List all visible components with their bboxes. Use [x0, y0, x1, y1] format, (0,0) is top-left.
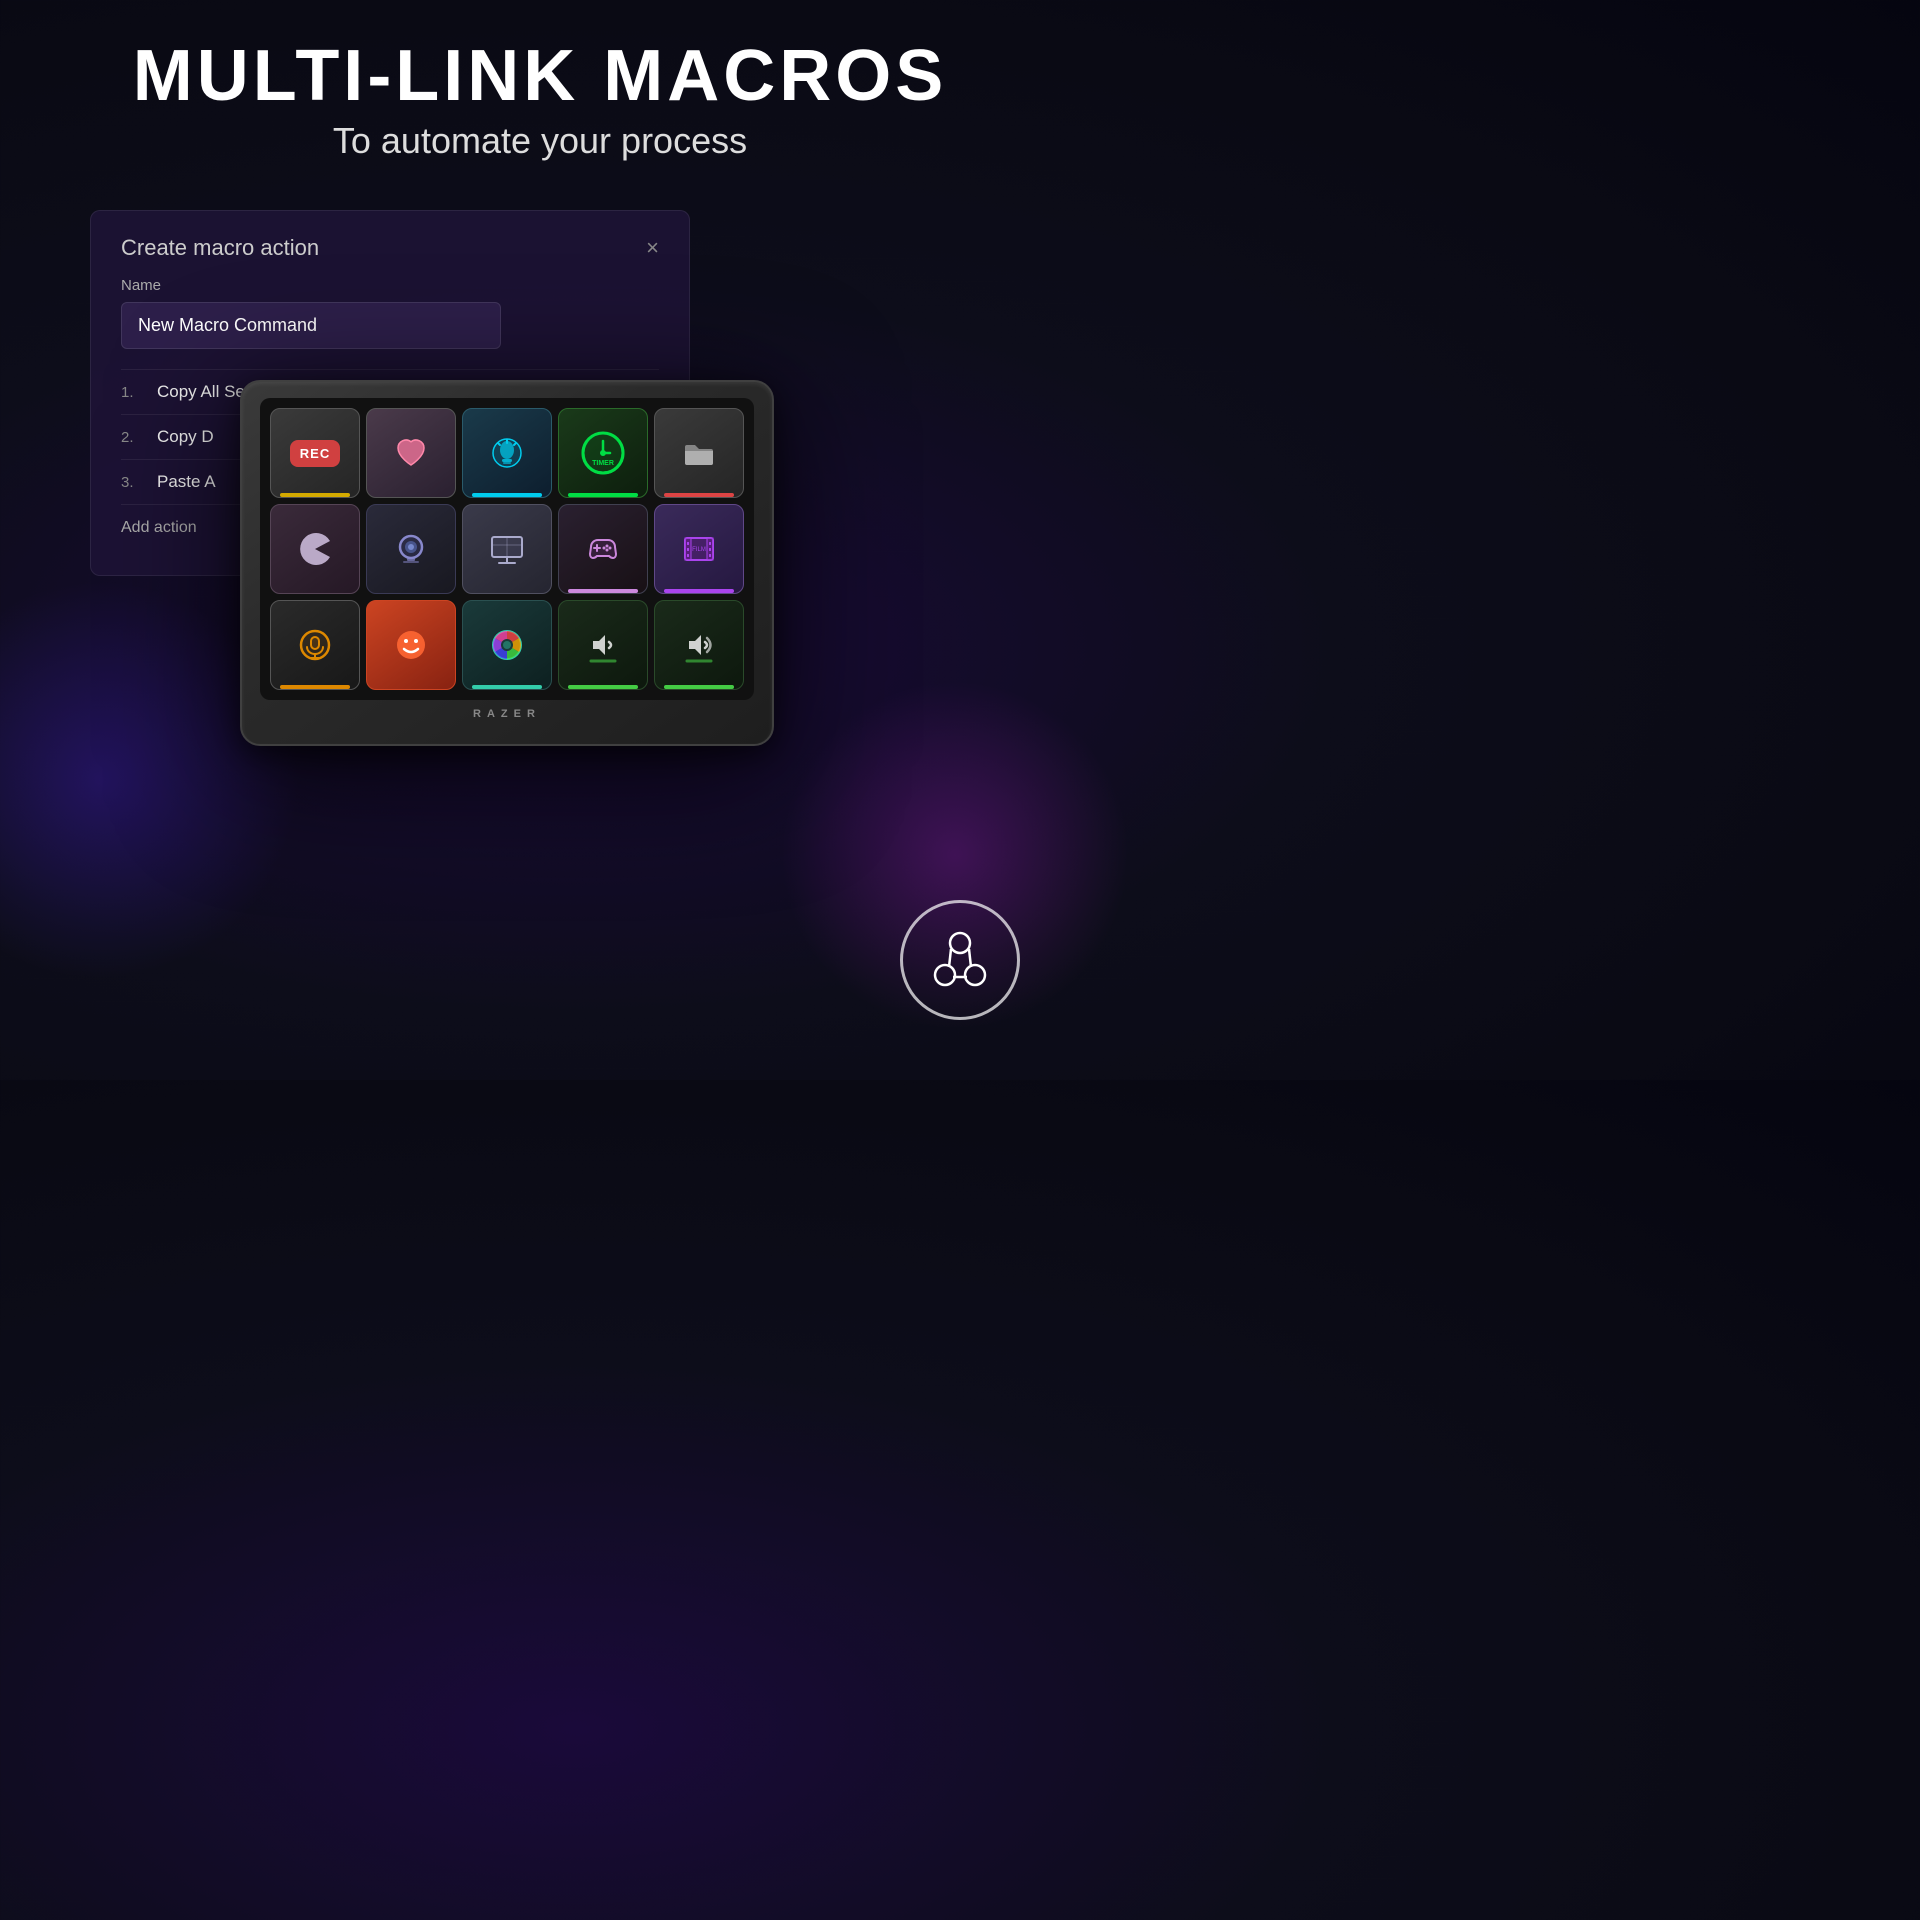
action-number-3: 3.	[121, 474, 141, 491]
film-icon: FILM	[679, 529, 719, 569]
key-microphone[interactable]	[270, 600, 360, 690]
monitor-icon	[487, 529, 527, 569]
volume-down-icon	[583, 625, 623, 665]
mic-icon	[295, 625, 335, 665]
action-text-2: Copy D	[157, 427, 214, 447]
razer-nodes-icon	[925, 925, 995, 995]
folder-icon	[679, 433, 719, 473]
svg-text:FILM: FILM	[692, 547, 706, 553]
dialog-header: Create macro action ×	[121, 235, 659, 261]
key-emoji[interactable]	[366, 600, 456, 690]
dialog-title: Create macro action	[121, 235, 319, 261]
razer-logo	[900, 900, 1020, 1020]
pacman-icon	[295, 529, 335, 569]
key-film[interactable]: FILM	[654, 504, 744, 594]
header: MULTI-LINK MACROS To automate your proce…	[0, 0, 1080, 162]
webcam-icon	[391, 529, 431, 569]
key-gamepad[interactable]	[558, 504, 648, 594]
key-pacman[interactable]	[270, 504, 360, 594]
key-color-wheel[interactable]	[462, 600, 552, 690]
key-monitor[interactable]	[462, 504, 552, 594]
key-rec[interactable]: REC	[270, 408, 360, 498]
macro-name-input[interactable]: New Macro Command	[121, 302, 501, 349]
action-text-3: Paste A	[157, 472, 216, 492]
key-volume-up[interactable]	[654, 600, 744, 690]
heart-icon	[391, 433, 431, 473]
action-number-1: 1.	[121, 384, 141, 401]
device-brand-label: RAZER	[260, 708, 754, 720]
timer-icon: TIMER	[577, 427, 629, 479]
color-wheel-icon	[487, 625, 527, 665]
key-timer[interactable]: TIMER	[558, 408, 648, 498]
emoji-icon	[391, 625, 431, 665]
lightbulb-icon	[487, 433, 527, 473]
main-title: MULTI-LINK MACROS	[0, 40, 1080, 112]
gamepad-icon	[583, 529, 623, 569]
key-volume-down[interactable]	[558, 600, 648, 690]
name-label: Name	[121, 277, 659, 294]
razer-stream-controller: REC	[240, 380, 774, 746]
key-lightbulb[interactable]	[462, 408, 552, 498]
main-subtitle: To automate your process	[0, 120, 1080, 162]
close-button[interactable]: ×	[646, 237, 659, 259]
key-webcam[interactable]	[366, 504, 456, 594]
key-heart[interactable]	[366, 408, 456, 498]
key-folder[interactable]	[654, 408, 744, 498]
action-number-2: 2.	[121, 429, 141, 446]
razer-logo-circle	[900, 900, 1020, 1020]
rec-label: REC	[290, 440, 340, 467]
svg-text:TIMER: TIMER	[592, 460, 614, 467]
volume-up-icon	[679, 625, 719, 665]
device-screen: REC	[260, 398, 754, 700]
device-body: REC	[240, 380, 774, 746]
